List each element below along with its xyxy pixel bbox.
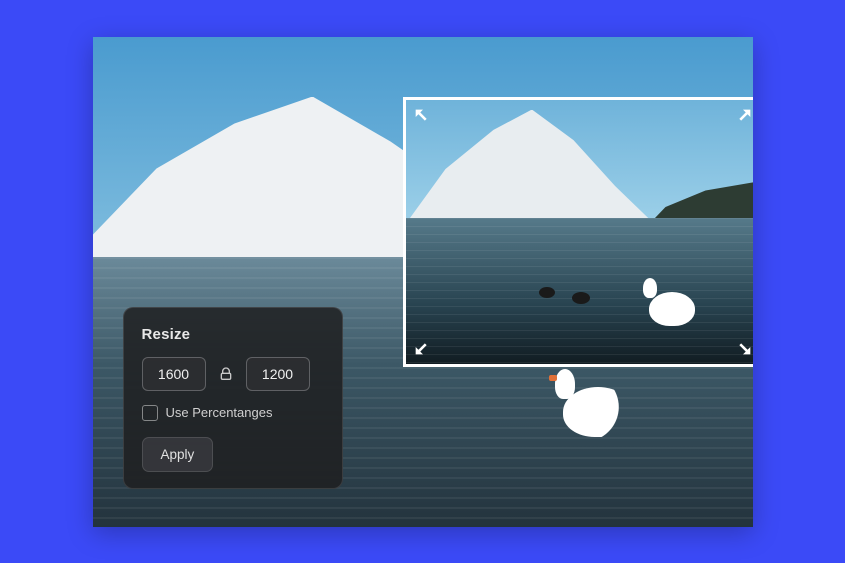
crop-selection[interactable]	[403, 97, 753, 367]
use-percentages-row[interactable]: Use Percentanges	[142, 405, 324, 421]
background-swan	[563, 387, 633, 437]
use-percentages-checkbox[interactable]	[142, 405, 158, 421]
aspect-lock-toggle[interactable]	[214, 362, 238, 386]
resize-arrow-icon	[412, 336, 434, 358]
selection-swan	[649, 292, 695, 326]
height-input[interactable]	[246, 357, 310, 391]
selection-duck	[572, 292, 590, 304]
dimension-row	[142, 357, 324, 391]
resize-panel: Resize Use Percentanges Apply	[123, 307, 343, 489]
lock-icon	[218, 366, 234, 382]
width-input[interactable]	[142, 357, 206, 391]
selection-duck	[539, 287, 555, 298]
use-percentages-label: Use Percentanges	[166, 405, 273, 420]
resize-handle-bottom-left[interactable]	[412, 336, 434, 358]
resize-handle-top-left[interactable]	[412, 106, 434, 128]
apply-button[interactable]: Apply	[142, 437, 214, 472]
resize-handle-top-right[interactable]	[732, 106, 753, 128]
resize-arrow-icon	[732, 336, 753, 358]
resize-arrow-icon	[412, 106, 434, 128]
selection-ripples	[406, 218, 753, 363]
resize-panel-title: Resize	[142, 326, 324, 343]
resize-handle-bottom-right[interactable]	[732, 336, 753, 358]
editor-canvas[interactable]: Resize Use Percentanges Apply	[93, 37, 753, 527]
resize-arrow-icon	[732, 106, 753, 128]
